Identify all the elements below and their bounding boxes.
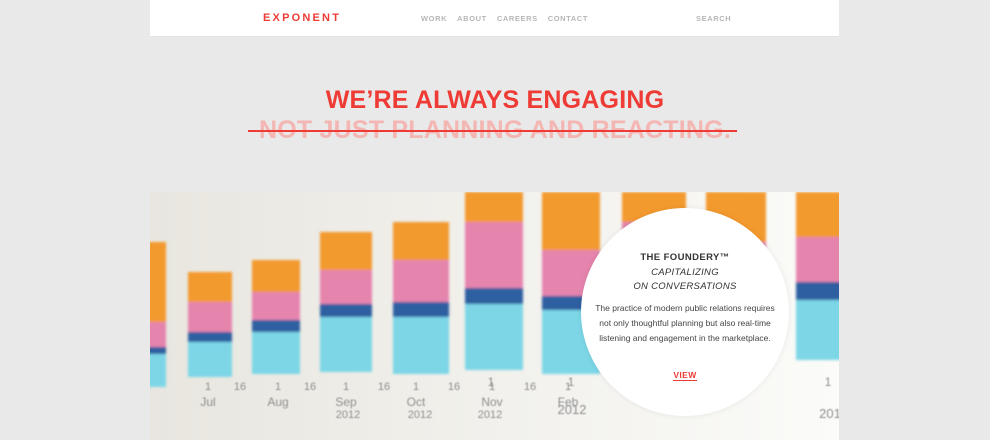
nav-contact[interactable]: CONTACT <box>548 14 588 23</box>
photo-bar-2-seg-2 <box>252 320 300 332</box>
photo-axis-num-10: 16 <box>524 381 536 393</box>
photo-axis-num-4: 16 <box>304 381 316 393</box>
nav-careers[interactable]: CAREERS <box>497 14 538 23</box>
photo-axis-num-3: 1 <box>275 381 281 393</box>
photo-bar-2-seg-0 <box>252 260 300 292</box>
feature-body: The practice of modern public relations … <box>595 303 775 343</box>
photo-bar-1-seg-2 <box>188 332 232 342</box>
photo-axis-num-8: 16 <box>448 381 460 393</box>
photo-bar-9-seg-1 <box>796 237 839 282</box>
photo-axis-year-1: 2012 <box>408 409 432 421</box>
photo-axis-year-0: 2012 <box>336 409 360 421</box>
photo-bar-0-seg-0 <box>150 242 166 322</box>
photo-axis-month-5: Sep <box>335 395 357 409</box>
photo-bar-9-seg-3 <box>796 300 839 360</box>
photo-bar-4-seg-3 <box>393 317 449 374</box>
photo-axis-num-7: 1 <box>413 381 419 393</box>
photo-axis-year-3: 2012 <box>558 402 587 417</box>
photo-axis-year-4: 201 <box>819 406 839 421</box>
feature-subtitle: CAPITALIZING ON CONVERSATIONS <box>581 266 789 294</box>
photo-axis-nov-num: 1 <box>568 375 575 389</box>
photo-axis-month-7: Oct <box>407 395 426 409</box>
feature-subtitle-line2: ON CONVERSATIONS <box>633 281 737 292</box>
hero-headline: WE’RE ALWAYS ENGAGING <box>325 86 665 114</box>
photo-bar-0-seg-1 <box>150 322 166 347</box>
nav-about[interactable]: ABOUT <box>457 14 487 23</box>
feature-card: THE FOUNDERY™ CAPITALIZING ON CONVERSATI… <box>581 208 789 416</box>
photo-bar-5-seg-2 <box>465 288 523 304</box>
photo-bar-3-seg-0 <box>320 232 372 270</box>
photo-axis-oct-num: 1 <box>488 375 495 389</box>
photo-bar-0-seg-3 <box>150 354 166 387</box>
site-logo[interactable]: EXPONENT <box>263 12 341 24</box>
photo-bar-1-seg-3 <box>188 342 232 377</box>
photo-bar-0-seg-2 <box>150 347 166 354</box>
photo-axis-num-6: 16 <box>378 381 390 393</box>
photo-bar-5-seg-3 <box>465 304 523 370</box>
photo-bar-3-seg-3 <box>320 317 372 372</box>
photo-axis-month-9: Nov <box>481 395 502 409</box>
feature-subtitle-line1: CAPITALIZING <box>651 267 719 278</box>
photo-axis-num-5: 1 <box>343 381 349 393</box>
photo-bar-9-seg-2 <box>796 282 839 300</box>
photo-bar-2-seg-3 <box>252 332 300 374</box>
feature-title: THE FOUNDERY™ <box>640 252 730 263</box>
photo-bar-5-seg-0 <box>465 192 523 222</box>
photo-axis-feb-num: 1 <box>825 375 832 389</box>
photo-bar-6-seg-0 <box>542 192 600 250</box>
photo-bar-3-seg-1 <box>320 270 372 304</box>
photo-bar-9-seg-0 <box>796 192 839 237</box>
photo-axis-month-1: Jul <box>200 395 215 409</box>
photo-bar-1-seg-1 <box>188 302 232 332</box>
strikethrough-line <box>248 130 737 132</box>
photo-axis-num-2: 16 <box>234 381 246 393</box>
nav-work[interactable]: WORK <box>421 14 447 23</box>
photo-axis-num-1: 1 <box>205 381 211 393</box>
feature-view: VIEW <box>581 365 789 383</box>
photo-bar-4-seg-0 <box>393 222 449 260</box>
photo-axis-month-3: Aug <box>267 395 288 409</box>
photo-bar-1-seg-0 <box>188 272 232 302</box>
photo-bar-5-seg-1 <box>465 222 523 288</box>
photo-bar-4-seg-1 <box>393 260 449 302</box>
photo-bar-2-seg-1 <box>252 292 300 320</box>
site-header: EXPONENT WORK ABOUT CAREERS CONTACT SEAR… <box>150 0 839 37</box>
photo-bar-3-seg-2 <box>320 304 372 317</box>
photo-bar-4-seg-2 <box>393 302 449 317</box>
view-link[interactable]: VIEW <box>673 370 697 381</box>
photo-axis-year-2: 2012 <box>478 409 502 421</box>
main-nav: WORK ABOUT CAREERS CONTACT <box>421 14 588 23</box>
search-link[interactable]: SEARCH <box>696 14 731 23</box>
